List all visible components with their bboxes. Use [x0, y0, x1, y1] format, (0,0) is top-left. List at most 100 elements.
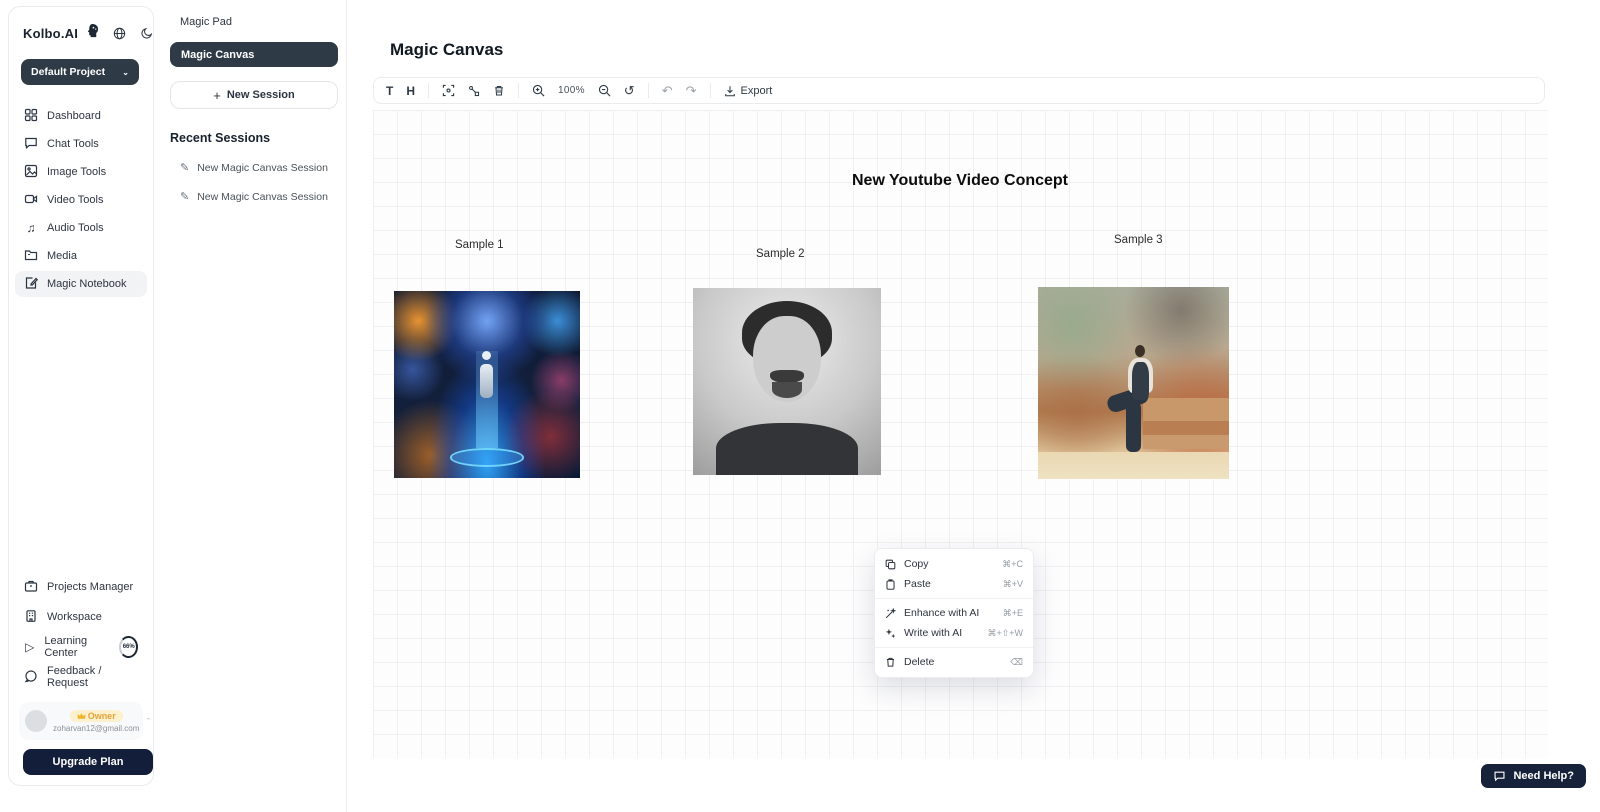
video-icon: [24, 192, 38, 209]
download-icon: [724, 85, 736, 97]
context-menu-item-paste[interactable]: Paste ⌘+V: [875, 574, 1033, 594]
folder-icon: [24, 248, 38, 265]
new-session-label: New Session: [227, 89, 295, 101]
reset-rotation-button[interactable]: ↺: [624, 84, 635, 97]
undo-button[interactable]: ↶: [662, 84, 673, 97]
context-menu-label: Write with AI: [904, 627, 979, 639]
sidebar-item-label: Magic Notebook: [47, 278, 127, 290]
sidebar-item-label: Projects Manager: [47, 581, 133, 593]
need-help-button[interactable]: Need Help?: [1481, 764, 1586, 788]
owner-badge-label: Owner: [88, 711, 116, 721]
sample-2-label[interactable]: Sample 2: [756, 248, 805, 260]
sidebar-item-magic-notebook[interactable]: Magic Notebook: [15, 271, 147, 297]
sidebar-item-video-tools[interactable]: Video Tools: [15, 187, 147, 213]
toolbar-divider: [710, 83, 711, 98]
text-tool-glyph: T: [386, 84, 393, 98]
ruins-steps: [1143, 398, 1229, 421]
trash-icon: [493, 84, 505, 97]
context-menu-item-delete[interactable]: Delete ⌫: [875, 652, 1033, 672]
sample-2-image[interactable]: [693, 288, 881, 475]
context-menu-label: Paste: [904, 578, 995, 590]
owner-badge: Owner: [70, 710, 123, 722]
clipboard-icon: [885, 579, 896, 590]
recent-session-item[interactable]: ✎ New Magic Canvas Session: [180, 190, 346, 203]
learning-progress-badge: 66%: [119, 636, 138, 658]
ai-select-button[interactable]: [442, 84, 455, 97]
sample-3-image[interactable]: [1038, 287, 1229, 479]
session-item-label: New Magic Canvas Session: [197, 191, 328, 203]
toolbar-divider: [648, 83, 649, 98]
copy-icon: [885, 559, 896, 570]
export-button[interactable]: Export: [724, 85, 773, 97]
panel-item-magic-canvas[interactable]: Magic Canvas: [170, 42, 338, 67]
context-menu-divider: [875, 647, 1033, 648]
sidebar-item-label: Image Tools: [47, 166, 106, 178]
logo-row: Kolbo.AI: [9, 7, 153, 43]
user-account-chip[interactable]: Owner zoharvan12@gmail.com ⌃: [19, 702, 143, 740]
heading-tool-button[interactable]: H: [406, 84, 415, 98]
sample-1-image[interactable]: [394, 291, 580, 478]
context-menu-label: Delete: [904, 656, 1002, 668]
sidebar-item-label: Learning Center: [44, 635, 108, 659]
sidebar-item-chat-tools[interactable]: Chat Tools: [15, 131, 147, 157]
upgrade-plan-button[interactable]: Upgrade Plan: [23, 749, 153, 775]
redo-icon: ↷: [686, 84, 697, 97]
help-chat-icon: [1493, 770, 1506, 782]
toolbar-divider: [428, 83, 429, 98]
music-note-icon: ♫: [24, 221, 38, 235]
sidebar-item-projects-manager[interactable]: Projects Manager: [15, 572, 147, 602]
context-menu-item-copy[interactable]: Copy ⌘+C: [875, 554, 1033, 574]
project-selector[interactable]: Default Project ⌄: [21, 59, 139, 85]
panel-item-magic-pad[interactable]: Magic Pad: [180, 16, 346, 28]
text-tool-button[interactable]: T: [386, 84, 393, 98]
chevron-up-icon: ⌃: [145, 717, 151, 725]
sample-1-label[interactable]: Sample 1: [455, 239, 504, 251]
sidebar-item-label: Chat Tools: [47, 138, 99, 150]
delete-tool-button[interactable]: [493, 84, 505, 97]
sample-3-label[interactable]: Sample 3: [1114, 234, 1163, 246]
sidebar-item-media[interactable]: Media: [15, 243, 147, 269]
app-logo: Kolbo.AI: [23, 26, 78, 41]
sidebar-item-label: Video Tools: [47, 194, 103, 206]
recent-session-item[interactable]: ✎ New Magic Canvas Session: [180, 161, 346, 174]
context-menu-shortcut: ⌘+⇧+W: [987, 628, 1023, 639]
robot-figure: [480, 364, 493, 398]
sidebar-item-audio-tools[interactable]: ♫ Audio Tools: [15, 215, 147, 241]
sidebar-item-label: Audio Tools: [47, 222, 104, 234]
context-menu-item-enhance-with-ai[interactable]: Enhance with AI ⌘+E: [875, 603, 1033, 623]
board-title[interactable]: New Youtube Video Concept: [690, 172, 1230, 190]
toolbar-divider: [518, 83, 519, 98]
context-menu-shortcut: ⌘+V: [1003, 579, 1023, 590]
zoom-out-button[interactable]: [598, 84, 611, 97]
zoom-in-button[interactable]: [532, 84, 545, 97]
sidebar-nav: Dashboard Chat Tools Image Tools Video T…: [9, 103, 153, 297]
sidebar-item-label: Feedback / Request: [47, 665, 138, 689]
sidebar-item-image-tools[interactable]: Image Tools: [15, 159, 147, 185]
chat-icon: [24, 136, 38, 153]
sidebar-item-learning-center[interactable]: ▷ Learning Center 66%: [15, 632, 147, 662]
redo-button[interactable]: ↷: [686, 84, 697, 97]
portrait-shirt: [716, 423, 859, 475]
pencil-icon: ✎: [180, 161, 189, 174]
crown-icon: [77, 712, 86, 720]
language-globe-icon[interactable]: [113, 27, 126, 40]
context-menu-item-write-with-ai[interactable]: Write with AI ⌘+⇧+W: [875, 623, 1033, 643]
notebook-pen-icon: [24, 276, 38, 293]
context-menu-shortcut: ⌘+E: [1003, 608, 1023, 619]
new-session-button[interactable]: + New Session: [170, 81, 338, 109]
connector-tool-button[interactable]: [468, 85, 480, 97]
connector-icon: [468, 85, 480, 97]
rotate-icon: ↺: [624, 84, 635, 97]
dark-mode-moon-icon[interactable]: [141, 27, 153, 39]
seated-man-figure: [1135, 345, 1145, 357]
sidebar-item-label: Media: [47, 250, 77, 262]
ai-select-icon: [442, 84, 455, 97]
avatar: [25, 710, 47, 732]
sidebar-item-dashboard[interactable]: Dashboard: [15, 103, 147, 129]
plus-icon: +: [213, 88, 221, 103]
sidebar-item-workspace[interactable]: Workspace: [15, 602, 147, 632]
sidebar-item-feedback-request[interactable]: Feedback / Request: [15, 662, 147, 692]
zoom-in-icon: [532, 84, 545, 97]
pencil-icon: ✎: [180, 190, 189, 203]
seated-man-figure: [1126, 402, 1141, 452]
